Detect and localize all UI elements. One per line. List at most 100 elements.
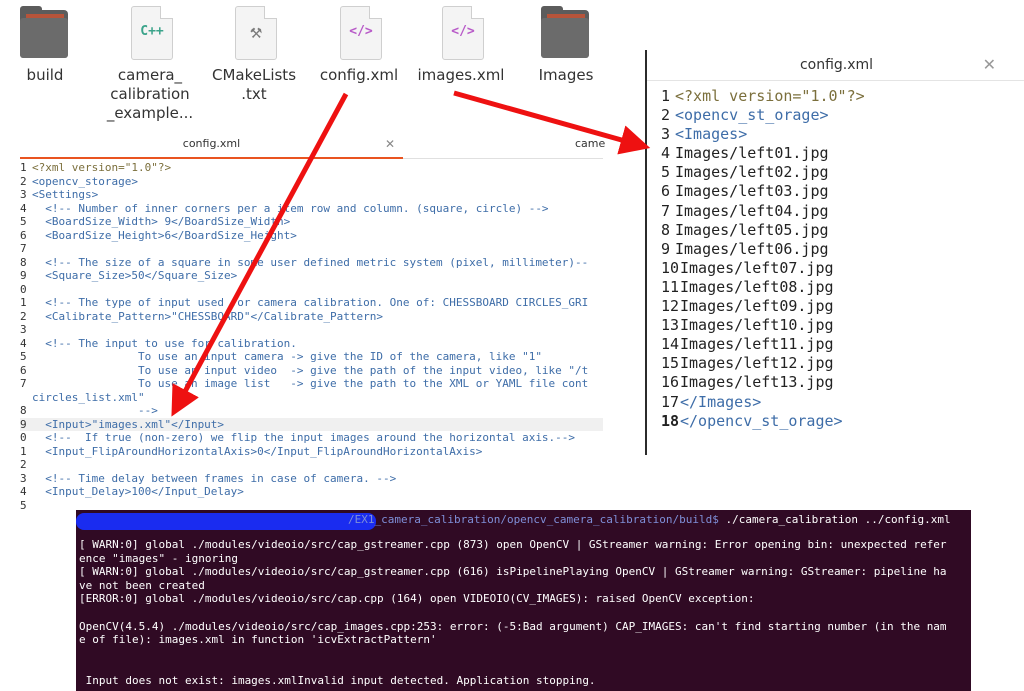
line-number: 5 — [20, 498, 27, 512]
line-number: 2 — [20, 174, 27, 188]
line-number: 0 — [20, 282, 27, 296]
line-text: <!-- Number of inner corners per a item … — [32, 201, 549, 215]
line-text: <!-- The size of a square in some user d… — [32, 255, 589, 269]
line-text: <Images> — [675, 125, 748, 144]
code-line: 2 — [20, 458, 603, 472]
left-editor: config.xml ✕ came 1 <?xml version="1.0"?>… — [20, 131, 605, 514]
line-number: 14 — [661, 335, 680, 354]
tab-config-xml[interactable]: config.xml — [20, 131, 403, 159]
xml-file-icon: </> — [334, 6, 384, 62]
line-number: 2 — [20, 458, 27, 471]
line-text: Images/left09.jpg — [680, 297, 834, 316]
line-text: Images/left04.jpg — [675, 201, 829, 220]
code-line: 10Images/left07.jpg — [661, 259, 865, 278]
line-number: 9 — [20, 269, 27, 282]
line-number: 8 — [661, 220, 671, 239]
code-line: 8 <!-- The size of a square in some user… — [20, 256, 603, 270]
line-text: To use an input video -> give the path o… — [32, 363, 589, 377]
line-text: <?xml version="1.0"?> — [675, 87, 865, 105]
code-line: 18</opencv_st_orage> — [661, 412, 865, 431]
line-number: 4 — [20, 201, 27, 215]
code-line: 8 --> — [20, 404, 603, 418]
file-camera-calibration[interactable]: C++ camera_ calibration _example... — [95, 6, 205, 123]
code-line: 9 <Square_Size>50</Square_Size> — [20, 269, 603, 283]
line-number: 3 — [661, 125, 671, 144]
line-number: 9 — [20, 417, 27, 431]
line-text: </opencv_st_orage> — [680, 411, 843, 430]
line-text: Images/left08.jpg — [680, 277, 834, 296]
code-line: 2 <opencv_storage> — [20, 175, 603, 189]
line-number: 4 — [661, 144, 671, 163]
line-text: <Input>"images.xml"</Input> — [32, 417, 225, 431]
line-text: Images/left11.jpg — [680, 335, 834, 354]
folder-icon — [541, 6, 591, 62]
code-line: 3 — [20, 323, 603, 337]
line-text: </Images> — [680, 392, 762, 411]
file-name: images.xml — [417, 66, 505, 84]
line-text: Images/left07.jpg — [680, 258, 834, 277]
file-images-xml[interactable]: </> images.xml — [406, 6, 516, 85]
code-line: 9 Images/left06.jpg — [661, 240, 865, 259]
line-number: 1 — [20, 296, 27, 309]
editor-title: config.xml — [799, 57, 874, 73]
line-number: 3 — [20, 188, 27, 201]
code-line: 4 <Input_Delay>100</Input_Delay> — [20, 485, 603, 499]
code-line: 13Images/left10.jpg — [661, 316, 865, 335]
line-number: 7 — [20, 242, 27, 255]
tab-camera[interactable]: came — [575, 131, 605, 157]
line-number: 16 — [661, 373, 680, 392]
line-number: 6 — [20, 228, 27, 242]
code-line: 6 To use an input video -> give the path… — [20, 364, 603, 378]
line-text: <Settings> — [32, 188, 99, 201]
line-text: Images/left10.jpg — [680, 316, 834, 335]
line-text: Images/left12.jpg — [680, 354, 834, 373]
line-text: Images/left02.jpg — [675, 163, 829, 182]
line-number: 1 — [661, 87, 671, 105]
code-line: 1 <?xml version="1.0"?> — [20, 161, 603, 175]
code-line: 2 <opencv_st_orage> — [661, 106, 865, 125]
close-icon[interactable]: ✕ — [983, 50, 996, 80]
line-number: 9 — [661, 239, 671, 258]
file-cmakelists[interactable]: ⚒ CMakeLists .txt — [199, 6, 309, 104]
cpp-file-icon: C++ — [125, 6, 175, 62]
line-text: <opencv_storage> — [32, 174, 138, 188]
line-text: Images/left01.jpg — [675, 144, 829, 163]
line-text: --> — [32, 404, 158, 417]
code-line: 15Images/left12.jpg — [661, 354, 865, 373]
terminal[interactable]: /EX1_camera_calibration/opencv_camera_ca… — [76, 510, 971, 691]
line-text: circles_list.xml" — [32, 390, 145, 404]
terminal-output-line: [ WARN:0] global ./modules/videoio/src/c… — [79, 538, 947, 551]
line-text: <opencv_st_orage> — [675, 106, 829, 125]
terminal-prompt: /EX1_camera_calibration/opencv_camera_ca… — [348, 513, 951, 526]
code-area[interactable]: 1 <?xml version="1.0"?> 2 <opencv_storage> 3… — [20, 161, 603, 512]
line-number: 7 — [20, 377, 27, 390]
code-line: 11Images/left08.jpg — [661, 278, 865, 297]
code-line: 5 <BoardSize_Width> 9</BoardSize_Width> — [20, 215, 603, 229]
code-line: 3 <Images> — [661, 125, 865, 144]
code-line: 2 <Calibrate_Pattern>"CHESSBOARD"</Calib… — [20, 310, 603, 324]
line-text: <BoardSize_Width> 9</BoardSize_Width> — [32, 215, 291, 228]
file-config-xml[interactable]: </> config.xml — [304, 6, 414, 85]
code-area[interactable]: 1 <?xml version="1.0"?> 2 <opencv_st_orage>… — [661, 87, 865, 431]
file-images-folder[interactable]: Images — [511, 6, 621, 85]
line-number: 18 — [661, 411, 680, 430]
file-build[interactable]: build — [0, 6, 100, 85]
close-icon[interactable]: ✕ — [385, 131, 395, 157]
code-line: 8 Images/left05.jpg — [661, 221, 865, 240]
code-line: 1 <?xml version="1.0"?> — [661, 87, 865, 106]
line-number: 12 — [661, 297, 680, 316]
line-text: Images/left06.jpg — [675, 239, 829, 258]
line-text: <Input_Delay>100</Input_Delay> — [32, 485, 244, 498]
editor-title-bar: config.xml ✕ — [647, 50, 1024, 81]
line-number: 6 — [661, 182, 671, 201]
line-text: <Square_Size>50</Square_Size> — [32, 269, 238, 282]
line-text: To use an image list -> give the path to… — [32, 377, 589, 390]
line-text: <Input_FlipAroundHorizontalAxis>0</Input… — [32, 444, 483, 458]
line-number: 4 — [20, 336, 27, 350]
line-number: 2 — [20, 309, 27, 323]
line-text: Images/left03.jpg — [675, 182, 829, 201]
code-line: 7 Images/left04.jpg — [661, 202, 865, 221]
hammer-file-icon: ⚒ — [229, 6, 279, 62]
line-number: 10 — [661, 258, 680, 277]
code-line: 4 <!-- Number of inner corners per a ite… — [20, 202, 603, 216]
